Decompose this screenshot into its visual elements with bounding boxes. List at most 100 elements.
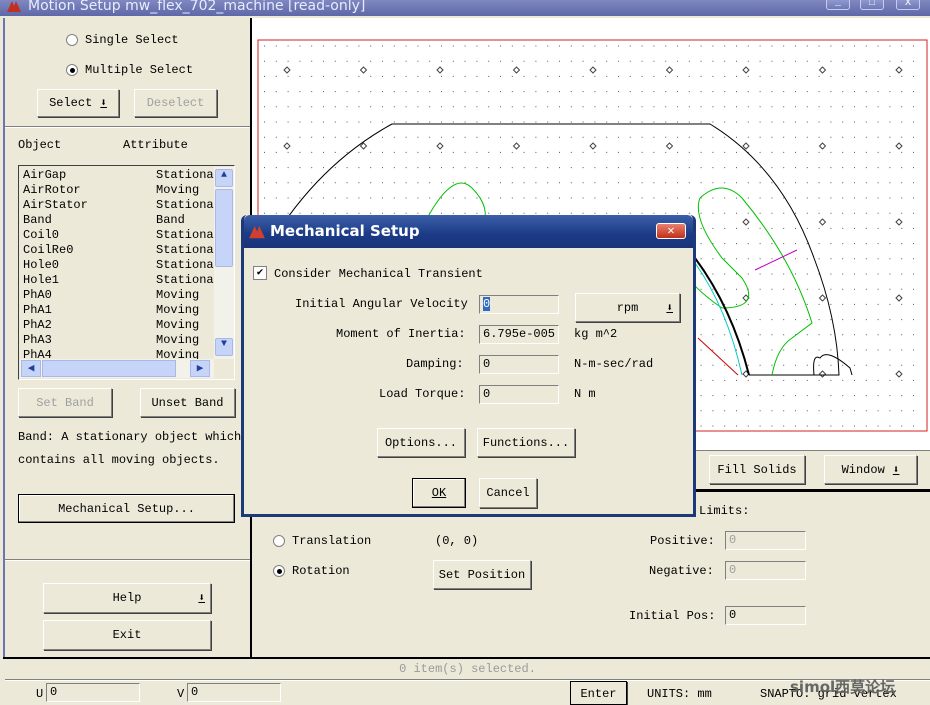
vertical-scroll-thumb[interactable] — [215, 189, 233, 267]
consider-transient-checkbox[interactable]: ✔ — [253, 266, 267, 280]
torque-unit: N m — [574, 387, 596, 401]
window-button[interactable]: Window ⬇ — [824, 455, 917, 484]
grid-vertex-icon — [436, 66, 444, 74]
dialog-title: Mechanical Setup — [270, 222, 420, 240]
deselect-button[interactable]: Deselect — [134, 89, 217, 117]
band-description-2: contains all moving objects. — [18, 453, 220, 467]
translation-radio[interactable] — [273, 535, 285, 547]
object-name: PhA1 — [23, 303, 52, 317]
options-button[interactable]: Options... — [377, 428, 465, 457]
object-name: AirRotor — [23, 183, 81, 197]
dropdown-arrow-icon: ⬇ — [198, 593, 205, 605]
object-attribute: Stationa — [156, 243, 214, 257]
select-button[interactable]: Select ⬇ — [37, 89, 119, 117]
inertia-unit: kg m^2 — [574, 327, 618, 341]
inertia-input[interactable]: 6.795e-005 — [479, 325, 559, 344]
help-button[interactable]: Help ⬇ — [43, 583, 211, 613]
object-name: PhA3 — [23, 333, 52, 347]
object-name: Hole0 — [23, 258, 60, 272]
grid-vertex-icon — [818, 370, 827, 378]
grid-vertex-icon — [742, 66, 750, 74]
rotation-radio[interactable] — [273, 565, 285, 577]
cancel-button[interactable]: Cancel — [479, 478, 537, 508]
exit-button[interactable]: Exit — [43, 620, 211, 650]
dropdown-arrow-icon: ⬇ — [666, 302, 673, 315]
translation-label: Translation — [292, 534, 372, 548]
window-titlebar: Motion Setup mw_flex_702_machine [read-o… — [0, 0, 930, 16]
list-item[interactable]: CoilRe0 Stationa — [23, 243, 214, 258]
list-item[interactable]: Band Band — [23, 213, 213, 228]
multiple-select-label: Multiple Select — [85, 63, 194, 77]
scroll-left-icon[interactable]: ◀ — [21, 360, 41, 377]
object-name: AirGap — [23, 168, 67, 182]
list-item[interactable]: AirStator Stationa — [23, 198, 214, 213]
functions-button[interactable]: Functions... — [477, 428, 575, 457]
grid-vertex-icon — [818, 142, 827, 150]
scroll-up-icon[interactable]: ▲ — [215, 169, 233, 187]
list-item[interactable]: PhA1 Moving — [23, 303, 213, 318]
velocity-unit-label: rpm — [616, 300, 639, 315]
scroll-down-icon[interactable]: ▼ — [215, 338, 233, 356]
grid-vertex-icon — [742, 218, 750, 226]
enter-button[interactable]: Enter — [570, 681, 627, 705]
list-item[interactable]: AirRotor Moving — [23, 183, 213, 198]
u-input[interactable]: 0 — [46, 683, 140, 702]
ok-button[interactable]: OK — [412, 478, 466, 508]
scroll-right-icon[interactable]: ▶ — [190, 360, 210, 377]
grid-vertex-icon — [895, 142, 903, 150]
object-name: Coil0 — [23, 228, 60, 242]
list-item[interactable]: PhA0 Moving — [23, 288, 213, 303]
unset-band-button[interactable]: Unset Band — [140, 388, 235, 417]
horizontal-scroll-thumb[interactable] — [42, 360, 176, 377]
close-window-button[interactable]: X — [896, 0, 920, 10]
grid-vertex-icon — [283, 66, 291, 74]
object-list[interactable]: AirGap Stationa AirRotor Moving AirStator Sta… — [18, 165, 235, 380]
list-item[interactable]: Coil0 Stationa — [23, 228, 214, 243]
grid-vertex-icon — [665, 142, 674, 150]
positive-limit-input[interactable]: 0 — [725, 531, 806, 550]
list-item[interactable]: AirGap Stationa — [23, 168, 214, 183]
grid-vertex-icon — [665, 66, 674, 74]
negative-limit-input[interactable]: 0 — [725, 561, 806, 580]
damping-input[interactable]: 0 — [479, 355, 559, 374]
multiple-select-radio[interactable] — [66, 64, 78, 76]
list-item[interactable]: Hole1 Stationa — [23, 273, 214, 288]
set-band-button[interactable]: Set Band — [18, 388, 112, 417]
object-name: AirStator — [23, 198, 88, 212]
list-item[interactable]: PhA3 Moving — [23, 333, 213, 348]
set-position-button[interactable]: Set Position — [433, 560, 531, 589]
help-label: Help — [112, 591, 142, 605]
v-input[interactable]: 0 — [187, 683, 281, 702]
vertical-scrollbar[interactable]: ▲ ▼ — [214, 167, 234, 359]
dialog-titlebar: Mechanical Setup — [244, 215, 693, 248]
minimize-button[interactable]: _ — [826, 0, 850, 10]
maximize-button[interactable]: □ — [860, 0, 884, 10]
object-attribute: Stationa — [156, 198, 214, 212]
grid-vertex-icon — [895, 370, 903, 378]
list-item[interactable]: Hole0 Stationa — [23, 258, 214, 273]
object-attribute: Stationa — [156, 228, 214, 242]
mechanical-setup-button[interactable]: Mechanical Setup... — [18, 494, 235, 523]
grid-vertex-icon — [589, 66, 597, 74]
list-item[interactable]: PhA2 Moving — [23, 318, 213, 333]
grid-vertex-icon — [283, 142, 291, 150]
horizontal-scrollbar[interactable]: ◀ ▶ — [20, 359, 214, 378]
single-select-radio[interactable] — [66, 34, 78, 46]
object-attribute: Stationa — [156, 258, 214, 272]
grid-vertex-icon — [818, 294, 827, 302]
window-label: Window — [841, 462, 885, 477]
v-label: V — [177, 687, 185, 701]
band-outline — [694, 262, 743, 376]
velocity-input[interactable]: 0 — [479, 295, 559, 314]
negative-label: Negative: — [649, 564, 714, 578]
dialog-close-button[interactable]: ✕ — [656, 223, 686, 239]
velocity-label: Initial Angular Velocity — [295, 297, 468, 311]
grid-vertex-icon — [818, 218, 827, 226]
divider — [5, 126, 250, 128]
single-select-label: Single Select — [85, 33, 179, 47]
positive-label: Positive: — [650, 534, 715, 548]
velocity-unit-dropdown[interactable]: rpm ⬇ — [575, 293, 680, 322]
torque-input[interactable]: 0 — [479, 385, 559, 404]
initial-pos-input[interactable]: 0 — [725, 606, 806, 625]
fill-solids-button[interactable]: Fill Solids — [709, 455, 805, 484]
